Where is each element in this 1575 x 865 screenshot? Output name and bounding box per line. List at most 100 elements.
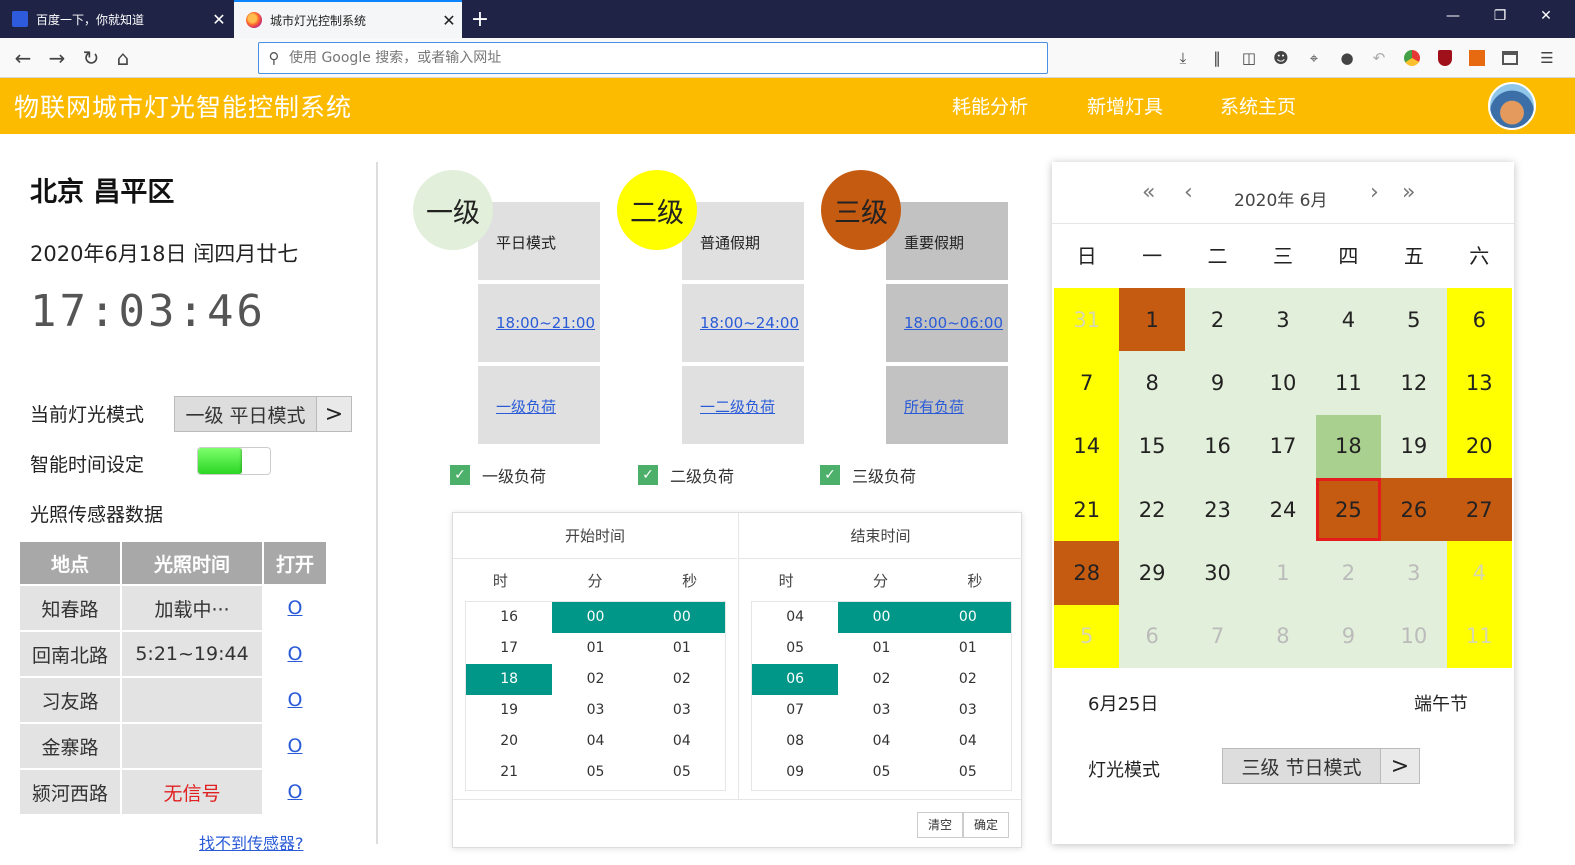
close-tab-icon[interactable]: ✕: [206, 10, 232, 29]
calendar-day[interactable]: 11: [1315, 351, 1382, 415]
nav-system-home[interactable]: 系统主页: [1220, 92, 1296, 119]
level-1-load-checkbox[interactable]: ✓ 一级负荷: [450, 463, 546, 487]
confirm-button[interactable]: 确定: [963, 812, 1009, 838]
smart-time-toggle[interactable]: [198, 448, 270, 474]
calendar-day[interactable]: 3: [1381, 541, 1447, 605]
calendar-day[interactable]: 2: [1315, 541, 1382, 605]
chrome-icon[interactable]: [1401, 47, 1423, 69]
calendar-day[interactable]: 30: [1184, 541, 1251, 605]
second-option[interactable]: 01: [639, 633, 725, 664]
calendar-day[interactable]: 6: [1446, 288, 1512, 352]
download-icon[interactable]: ⤓: [1172, 47, 1194, 69]
minute-option[interactable]: 02: [838, 664, 924, 695]
calendar-day[interactable]: 20: [1446, 414, 1512, 478]
minute-option[interactable]: 05: [838, 757, 924, 788]
hour-option[interactable]: 17: [466, 633, 552, 664]
calendar-day[interactable]: 23: [1184, 477, 1251, 542]
close-tab-icon[interactable]: ✕: [436, 11, 462, 30]
calendar-day[interactable]: 5: [1381, 288, 1447, 352]
minute-option-selected[interactable]: 00: [838, 602, 925, 633]
second-option[interactable]: 03: [639, 695, 725, 726]
second-option[interactable]: 03: [925, 695, 1011, 726]
next-year-button[interactable]: »: [1402, 180, 1415, 205]
calendar-day[interactable]: 21: [1054, 477, 1120, 542]
calendar-day[interactable]: 5: [1054, 604, 1120, 668]
calendar-day[interactable]: 12: [1381, 351, 1447, 415]
level-load-link[interactable]: 所有负荷: [904, 398, 964, 416]
back-button[interactable]: ←: [10, 45, 36, 71]
minute-option[interactable]: 04: [838, 726, 924, 757]
url-input[interactable]: [289, 50, 1047, 66]
minute-option-selected[interactable]: 00: [552, 602, 639, 633]
hour-option-selected[interactable]: 18: [466, 664, 553, 695]
hour-option[interactable]: 19: [466, 695, 552, 726]
second-option[interactable]: 05: [925, 757, 1011, 788]
clear-button[interactable]: 清空: [917, 812, 963, 838]
start-second-list[interactable]: 00 01 02 03 04 05: [638, 602, 725, 790]
minute-option[interactable]: 05: [552, 757, 638, 788]
calendar-mode-selector[interactable]: 三级 节日模式 >: [1222, 748, 1420, 784]
sensor-open-link[interactable]: O: [288, 597, 303, 619]
restore-window-button[interactable]: ❐: [1480, 8, 1520, 24]
calendar-day[interactable]: 15: [1119, 414, 1185, 478]
second-option[interactable]: 04: [925, 726, 1011, 757]
level-3-load-checkbox[interactable]: ✓ 三级负荷: [820, 463, 916, 487]
sensor-open-link[interactable]: O: [288, 781, 303, 803]
second-option[interactable]: 01: [925, 633, 1011, 664]
calendar-day[interactable]: 1: [1250, 541, 1316, 605]
tab-baidu[interactable]: 百度一下，你就知道 ✕: [0, 0, 232, 38]
library-icon[interactable]: ‖: [1206, 47, 1228, 69]
calendar-day[interactable]: 2: [1184, 288, 1251, 352]
sensor-open-link[interactable]: O: [288, 689, 303, 711]
start-minute-list[interactable]: 00 01 02 03 04 05: [552, 602, 639, 790]
calendar-day[interactable]: 28: [1054, 541, 1120, 605]
calendar-day[interactable]: 31: [1054, 288, 1120, 352]
minute-option[interactable]: 01: [552, 633, 638, 664]
user-avatar[interactable]: [1488, 82, 1536, 130]
reload-button[interactable]: ↻: [78, 45, 104, 71]
calendar-day[interactable]: 16: [1184, 414, 1251, 478]
hour-option-selected[interactable]: 06: [752, 664, 839, 695]
start-hour-list[interactable]: 16 17 18 19 20 21: [466, 602, 553, 790]
calendar-day[interactable]: 8: [1119, 351, 1185, 415]
calendar-day[interactable]: 11: [1446, 604, 1512, 668]
ublock-icon[interactable]: [1434, 47, 1456, 69]
forward-button[interactable]: →: [44, 45, 70, 71]
hour-option[interactable]: 07: [752, 695, 838, 726]
minute-option[interactable]: 03: [838, 695, 924, 726]
undo-icon[interactable]: ↶: [1368, 47, 1390, 69]
second-option[interactable]: 02: [925, 664, 1011, 695]
calendar-day[interactable]: 8: [1250, 604, 1316, 668]
calendar-day[interactable]: 26: [1381, 477, 1447, 542]
calendar-day[interactable]: 6: [1119, 604, 1185, 668]
level-load-link[interactable]: 一二级负荷: [700, 398, 775, 416]
calendar-day[interactable]: 7: [1184, 604, 1251, 668]
address-bar[interactable]: ⚲: [258, 42, 1048, 74]
nav-energy-analysis[interactable]: 耗能分析: [952, 92, 1028, 119]
hour-option[interactable]: 20: [466, 726, 552, 757]
level-time-link[interactable]: 18:00~21:00: [496, 314, 595, 332]
account-icon[interactable]: ☻: [1270, 47, 1292, 69]
calendar-day[interactable]: 7: [1054, 351, 1120, 415]
calendar-day[interactable]: 27: [1446, 477, 1512, 542]
calendar-day[interactable]: 10: [1381, 604, 1447, 668]
level-2-load-checkbox[interactable]: ✓ 二级负荷: [638, 463, 734, 487]
screenshot-icon[interactable]: ⌖: [1303, 47, 1325, 69]
end-hour-list[interactable]: 04 05 06 07 08 09: [752, 602, 839, 790]
tab-light-control[interactable]: 城市灯光控制系统 ✕: [234, 0, 462, 38]
end-minute-list[interactable]: 00 01 02 03 04 05: [838, 602, 925, 790]
chat-icon[interactable]: ●: [1336, 47, 1358, 69]
extension-icon[interactable]: [1466, 47, 1488, 69]
second-option[interactable]: 05: [639, 757, 725, 788]
calendar-day[interactable]: 18: [1315, 414, 1382, 478]
sensor-open-link[interactable]: O: [288, 735, 303, 757]
calendar-day[interactable]: 3: [1250, 288, 1316, 352]
calendar-day[interactable]: 4: [1315, 288, 1382, 352]
calendar-day[interactable]: 29: [1119, 541, 1185, 605]
calendar-day[interactable]: 10: [1250, 351, 1316, 415]
minute-option[interactable]: 02: [552, 664, 638, 695]
second-option-selected[interactable]: 00: [924, 602, 1011, 633]
menu-icon[interactable]: ☰: [1536, 47, 1558, 69]
home-button[interactable]: ⌂: [110, 45, 136, 71]
calendar-day[interactable]: 22: [1119, 477, 1185, 542]
